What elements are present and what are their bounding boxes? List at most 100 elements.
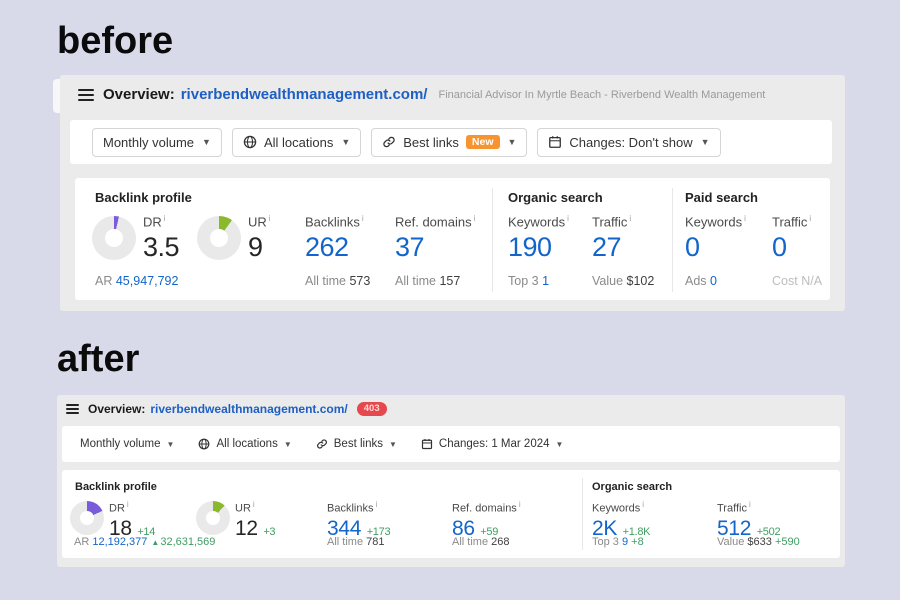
metric-organic-traffic: Traffic 27 [592, 214, 631, 263]
overview-label: Overview: [103, 86, 175, 103]
domain-link[interactable]: riverbendwealthmanagement.com/ [181, 86, 428, 103]
all-locations-label: All locations [216, 438, 277, 450]
divider [582, 478, 583, 550]
chevron-down-icon: ▼ [389, 440, 397, 449]
organic-keywords-value[interactable]: 190 [508, 232, 569, 263]
section-title-paid-search: Paid search [685, 190, 758, 205]
before-panel: Overview: riverbendwealthmanagement.com/… [60, 75, 845, 311]
dr-label: DR [109, 503, 125, 515]
chevron-down-icon: ▼ [284, 440, 292, 449]
section-title-backlink-profile: Backlink profile [95, 190, 192, 205]
metric-ur: UR 9 [248, 214, 271, 263]
organic-traffic-value[interactable]: 27 [592, 232, 631, 263]
ur-label: UR [248, 214, 267, 229]
changes-dropdown[interactable]: Changes: 1 Mar 2024 ▼ [421, 438, 564, 450]
before-header: Overview: riverbendwealthmanagement.com/… [78, 86, 765, 103]
best-links-label: Best links [334, 438, 383, 450]
globe-icon [198, 438, 210, 450]
all-locations-dropdown[interactable]: All locations ▼ [198, 438, 291, 450]
chevron-down-icon: ▼ [508, 137, 517, 147]
ref-domains-label: Ref. domains [395, 214, 472, 229]
best-links-label: Best links [403, 135, 459, 150]
backlinks-value[interactable]: 262 [305, 232, 364, 263]
divider [672, 188, 673, 292]
changes-label: Changes: Don't show [569, 135, 692, 150]
paid-traffic-cost: Cost N/A [772, 274, 822, 288]
metric-ref-domains: Ref. domains 37 [395, 214, 475, 263]
metric-organic-traffic: Traffic 512 +502 [717, 500, 780, 541]
ref-domains-value[interactable]: 37 [395, 232, 475, 263]
organic-keywords-top3: Top 3 1 [508, 274, 549, 288]
monthly-volume-dropdown[interactable]: Monthly volume ▼ [80, 438, 174, 450]
ar-value[interactable]: 45,947,792 [116, 274, 179, 288]
calendar-icon [548, 135, 562, 149]
metric-organic-keywords: Keywords 2K +1.8K [592, 500, 650, 541]
best-links-dropdown[interactable]: Best links ▼ [316, 438, 397, 450]
changes-dropdown[interactable]: Changes: Don't show ▼ [537, 128, 720, 157]
ur-value: 12 [235, 517, 258, 540]
changes-label: Changes: 1 Mar 2024 [439, 438, 550, 450]
ar-label: AR [74, 536, 89, 548]
chevron-down-icon: ▼ [556, 440, 564, 449]
ref-domains-alltime: All time 157 [395, 274, 460, 288]
section-title-organic-search: Organic search [592, 481, 672, 493]
before-heading: before [57, 20, 173, 63]
metric-paid-traffic: Traffic 0 [772, 214, 811, 263]
metric-backlinks: Backlinks 344 +173 [327, 500, 390, 541]
overview-label: Overview: [88, 402, 145, 416]
link-icon [316, 438, 328, 450]
link-icon [382, 135, 396, 149]
ur-delta: +3 [263, 526, 275, 538]
menu-icon[interactable] [66, 404, 79, 414]
monthly-volume-dropdown[interactable]: Monthly volume ▼ [92, 128, 222, 157]
ur-value: 9 [248, 232, 271, 263]
after-heading: after [57, 338, 139, 381]
backlinks-alltime: All time 781 [327, 536, 384, 548]
after-header: Overview: riverbendwealthmanagement.com/… [66, 402, 387, 416]
domain-link[interactable]: riverbendwealthmanagement.com/ [150, 402, 347, 416]
ar-delta: 32,631,569 [160, 536, 215, 548]
divider [492, 188, 493, 292]
ur-label: UR [235, 503, 251, 515]
ar-rank: AR 45,947,792 [95, 274, 178, 288]
after-toolbar-row: Monthly volume ▼ All locations ▼ Best li… [62, 426, 840, 462]
ref-domains-alltime: All time 268 [452, 536, 509, 548]
all-locations-dropdown[interactable]: All locations ▼ [232, 128, 361, 157]
chevron-down-icon: ▼ [202, 137, 211, 147]
paid-keywords-ads: Ads 0 [685, 274, 717, 288]
paid-keywords-value[interactable]: 0 [685, 232, 746, 263]
backlinks-alltime: All time 573 [305, 274, 370, 288]
metric-backlinks: Backlinks 262 [305, 214, 364, 263]
chevron-down-icon: ▼ [167, 440, 175, 449]
page-title-subtitle: Financial Advisor In Myrtle Beach - Rive… [438, 89, 765, 101]
after-metrics-card: Backlink profile Organic search DR 18 +1… [62, 470, 840, 558]
organic-traffic-value-sub: Value $633 +590 [717, 536, 800, 548]
organic-keywords-top3: Top 3 9 +8 [592, 536, 644, 548]
metric-dr: DR 18 +14 [109, 500, 155, 541]
calendar-icon [421, 438, 433, 450]
before-metrics-card: Backlink profile Organic search Paid sea… [75, 178, 830, 300]
best-links-dropdown[interactable]: Best links New ▼ [371, 128, 527, 157]
globe-icon [243, 135, 257, 149]
ar-value[interactable]: 12,192,377 [92, 536, 147, 548]
section-title-backlink-profile: Backlink profile [75, 481, 157, 493]
before-toolbar-row: Monthly volume ▼ All locations ▼ Best li… [70, 120, 832, 164]
ur-gauge [196, 501, 230, 535]
monthly-volume-label: Monthly volume [80, 438, 161, 450]
metric-paid-keywords: Keywords 0 [685, 214, 746, 263]
metric-dr: DR 3.5 [143, 214, 179, 263]
metric-organic-keywords: Keywords 190 [508, 214, 569, 263]
menu-icon[interactable] [78, 89, 94, 101]
section-title-organic-search: Organic search [508, 190, 603, 205]
backlinks-label: Backlinks [305, 214, 360, 229]
dr-label: DR [143, 214, 162, 229]
monthly-volume-label: Monthly volume [103, 135, 194, 150]
http-status-badge[interactable]: 403 [357, 402, 387, 416]
new-badge: New [466, 135, 500, 150]
ar-rank: AR 12,192,377 ▲32,631,569 [74, 536, 215, 548]
all-locations-label: All locations [264, 135, 333, 150]
paid-traffic-value[interactable]: 0 [772, 232, 811, 263]
arrow-up-icon: ▲ [151, 538, 159, 547]
chevron-down-icon: ▼ [701, 137, 710, 147]
after-panel: Overview: riverbendwealthmanagement.com/… [57, 395, 845, 567]
